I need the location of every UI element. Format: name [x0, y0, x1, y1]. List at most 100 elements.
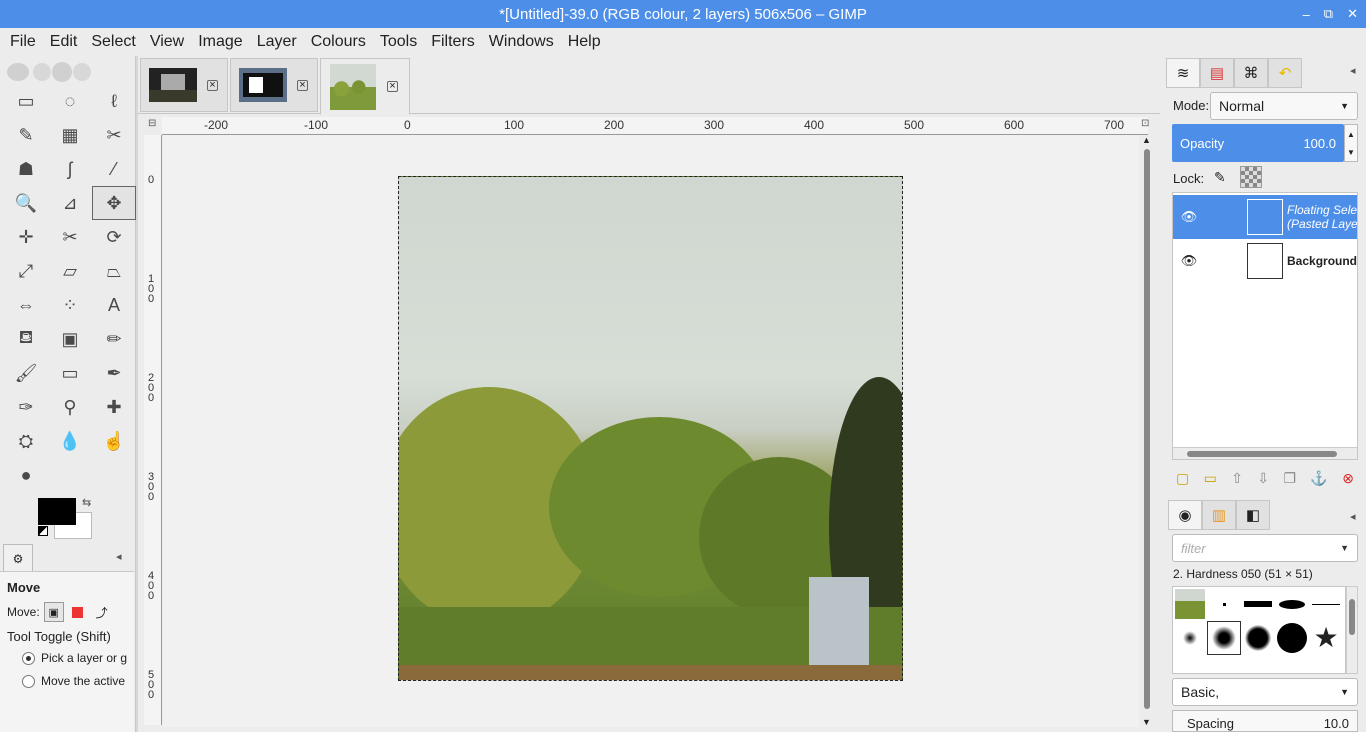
tab-layers[interactable]: ≋: [1166, 58, 1200, 88]
brush-item[interactable]: ★: [1309, 621, 1343, 655]
image-tab-1[interactable]: ×: [140, 58, 228, 112]
radio-pick-layer[interactable]: [22, 651, 35, 665]
color-select-tool[interactable]: ▦: [48, 118, 92, 152]
menu-layer[interactable]: Layer: [250, 33, 304, 51]
default-colors-icon[interactable]: [38, 526, 48, 536]
tool-options-tab[interactable]: ⚙: [3, 544, 33, 572]
align-tool[interactable]: ✛: [4, 220, 48, 254]
free-select-tool[interactable]: ℓ: [92, 84, 136, 118]
brush-item[interactable]: [1309, 587, 1343, 621]
spacing-slider[interactable]: Spacing 10.0: [1172, 710, 1358, 732]
zoom-toggle-icon[interactable]: ⊡: [1141, 118, 1149, 129]
vertical-scrollbar[interactable]: ▲ ▼: [1140, 135, 1154, 727]
layer-row-background[interactable]: 👁 Background: [1173, 239, 1357, 283]
tab-gradients[interactable]: ◧: [1236, 500, 1270, 530]
foreground-select-tool[interactable]: ☗: [4, 152, 48, 186]
layers-hscrollbar[interactable]: [1173, 447, 1357, 459]
lower-layer-icon[interactable]: ⇩: [1257, 470, 1269, 487]
brush-item-selected[interactable]: [1207, 621, 1241, 655]
text-tool[interactable]: A: [92, 288, 136, 322]
menu-edit[interactable]: Edit: [43, 33, 85, 51]
menu-image[interactable]: Image: [191, 33, 249, 51]
delete-layer-icon[interactable]: ⊗: [1342, 470, 1354, 487]
close-window-button[interactable]: ✕: [1347, 6, 1358, 22]
bucket-fill-tool[interactable]: ⛾: [4, 322, 48, 356]
opacity-slider[interactable]: Opacity 100.0: [1172, 124, 1344, 162]
visibility-eye-icon[interactable]: 👁: [1175, 253, 1203, 269]
menu-filters[interactable]: Filters: [424, 33, 482, 51]
close-tab-icon[interactable]: ×: [297, 79, 308, 91]
rotate-tool[interactable]: ⟳: [92, 220, 136, 254]
move-tool[interactable]: ✥: [92, 186, 136, 220]
mode-dropdown[interactable]: Normal ▼: [1210, 92, 1358, 120]
brush-item[interactable]: [1173, 621, 1207, 655]
maximize-button[interactable]: ⧉: [1324, 6, 1333, 22]
cage-tool[interactable]: ⁘: [48, 288, 92, 322]
dodge-burn-tool[interactable]: ●: [4, 458, 48, 492]
image-tab-2[interactable]: ×: [230, 58, 318, 112]
minimize-button[interactable]: –: [1303, 7, 1310, 22]
menu-windows[interactable]: Windows: [482, 33, 561, 51]
move-selection-icon[interactable]: [68, 602, 88, 622]
image-canvas[interactable]: [398, 176, 903, 681]
ink-tool[interactable]: ✑: [4, 390, 48, 424]
shear-tool[interactable]: ▱: [48, 254, 92, 288]
image-tab-3[interactable]: ×: [320, 58, 410, 115]
scroll-down-icon[interactable]: ▼: [1142, 717, 1151, 727]
spin-up-icon[interactable]: ▲: [1347, 130, 1355, 139]
brush-filter-input[interactable]: filter ▼: [1172, 534, 1358, 562]
brush-item[interactable]: [1275, 621, 1309, 655]
scroll-up-icon[interactable]: ▲: [1142, 135, 1151, 145]
crop-tool[interactable]: ✂: [48, 220, 92, 254]
perspective-clone-tool[interactable]: ⛭: [4, 424, 48, 458]
tab-paths[interactable]: ⌘: [1234, 58, 1268, 88]
ruler-corner-icon[interactable]: ⊟: [148, 118, 156, 129]
menu-help[interactable]: Help: [561, 33, 608, 51]
brush-item[interactable]: [1241, 587, 1275, 621]
anchor-layer-icon[interactable]: ⚓: [1310, 470, 1327, 487]
menu-view[interactable]: View: [143, 33, 191, 51]
brush-item[interactable]: [1207, 587, 1241, 621]
lock-alpha-icon[interactable]: [1240, 166, 1262, 188]
tab-patterns[interactable]: ▥: [1202, 500, 1236, 530]
new-layer-icon[interactable]: ▢: [1176, 470, 1189, 487]
brush-preset-dropdown[interactable]: Basic, ▼: [1172, 678, 1358, 706]
brush-item[interactable]: [1173, 587, 1207, 621]
rect-select-tool[interactable]: ▭: [4, 84, 48, 118]
tab-brushes[interactable]: ◉: [1168, 500, 1202, 530]
move-layer-icon[interactable]: ▣: [43, 602, 64, 622]
brush-grid-scrollbar[interactable]: [1346, 586, 1358, 674]
ellipse-select-tool[interactable]: ◌: [48, 84, 92, 118]
blend-tool[interactable]: ▣: [48, 322, 92, 356]
configure-tab-icon[interactable]: ◂: [116, 550, 122, 563]
layer-row-floating[interactable]: 👁 Floating Sele (Pasted Laye: [1173, 195, 1357, 239]
eraser-tool[interactable]: ▭: [48, 356, 92, 390]
canvas-area[interactable]: [163, 135, 1139, 727]
swap-colors-icon[interactable]: ⇆: [82, 496, 91, 509]
tab-channels[interactable]: ▤: [1200, 58, 1234, 88]
paintbrush-tool[interactable]: 🖌: [4, 356, 48, 390]
scale-tool[interactable]: ⤢: [4, 254, 48, 288]
brush-item[interactable]: [1275, 587, 1309, 621]
flip-tool[interactable]: ⇔: [4, 288, 48, 322]
menu-file[interactable]: File: [3, 33, 43, 51]
clone-tool[interactable]: ⚲: [48, 390, 92, 424]
opacity-spinner[interactable]: ▲ ▼: [1344, 124, 1358, 162]
duplicate-layer-icon[interactable]: ❐: [1283, 470, 1296, 487]
measure-tool[interactable]: ⊿: [48, 186, 92, 220]
radio-move-active[interactable]: [22, 674, 35, 688]
raise-layer-icon[interactable]: ⇧: [1231, 470, 1243, 487]
zoom-tool[interactable]: 🔍: [4, 186, 48, 220]
airbrush-tool[interactable]: ✒: [92, 356, 136, 390]
menu-tools[interactable]: Tools: [373, 33, 424, 51]
visibility-eye-icon[interactable]: 👁: [1175, 209, 1203, 225]
close-tab-icon[interactable]: ×: [207, 79, 218, 91]
heal-tool[interactable]: ✚: [92, 390, 136, 424]
spin-down-icon[interactable]: ▼: [1347, 148, 1355, 157]
move-path-icon[interactable]: ⤴: [92, 602, 112, 622]
pencil-tool[interactable]: ✏: [92, 322, 136, 356]
configure-dock-icon[interactable]: ◂: [1350, 64, 1356, 77]
new-group-icon[interactable]: ▭: [1204, 470, 1217, 487]
configure-brushes-icon[interactable]: ◂: [1350, 510, 1356, 523]
fuzzy-select-tool[interactable]: ✎: [4, 118, 48, 152]
